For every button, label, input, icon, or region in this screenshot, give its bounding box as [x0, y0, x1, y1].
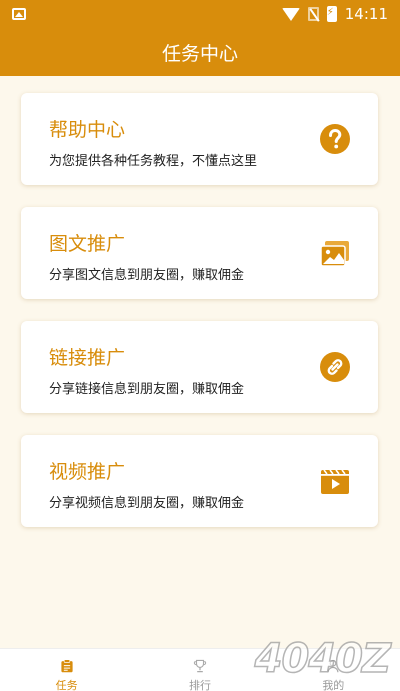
card-description: 为您提供各种任务教程，不懂点这里 — [49, 154, 258, 169]
watermark-logo: 4040Z — [254, 635, 392, 683]
page-header: 任务中心 — [0, 28, 400, 76]
image-icon — [12, 8, 26, 20]
video-icon — [321, 469, 349, 494]
no-sim-icon — [307, 7, 319, 21]
card-title: 链接推广 — [49, 347, 126, 369]
status-bar: 14:11 — [0, 0, 400, 28]
image-gallery-icon — [320, 241, 349, 267]
battery-charging-icon — [326, 6, 337, 22]
video-promo-card[interactable]: 视频推广 分享视频信息到朋友圈，赚取佣金 — [21, 435, 378, 527]
card-description: 分享链接信息到朋友圈，赚取佣金 — [49, 382, 245, 397]
image-text-promo-card[interactable]: 图文推广 分享图文信息到朋友圈，赚取佣金 — [21, 207, 378, 299]
page-title: 任务中心 — [161, 42, 238, 65]
tab-label: 任务 — [55, 679, 78, 691]
link-promo-card[interactable]: 链接推广 分享链接信息到朋友圈，赚取佣金 — [21, 321, 378, 413]
help-center-card[interactable]: 帮助中心 为您提供各种任务教程，不懂点这里 — [21, 93, 378, 185]
card-description: 分享图文信息到朋友圈，赚取佣金 — [49, 268, 245, 283]
card-title: 帮助中心 — [49, 119, 126, 141]
help-icon — [320, 124, 350, 154]
wifi-icon — [281, 7, 300, 21]
tab-ranking[interactable]: 排行 — [133, 649, 266, 691]
status-time: 14:11 — [344, 5, 388, 23]
trophy-icon — [193, 659, 207, 673]
tab-task[interactable]: 任务 — [0, 649, 133, 691]
card-description: 分享视频信息到朋友圈，赚取佣金 — [49, 496, 245, 511]
card-title: 图文推广 — [49, 233, 126, 255]
link-icon — [320, 352, 350, 382]
card-title: 视频推广 — [49, 461, 126, 483]
task-clipboard-icon — [61, 659, 73, 673]
tab-label: 排行 — [188, 679, 211, 691]
